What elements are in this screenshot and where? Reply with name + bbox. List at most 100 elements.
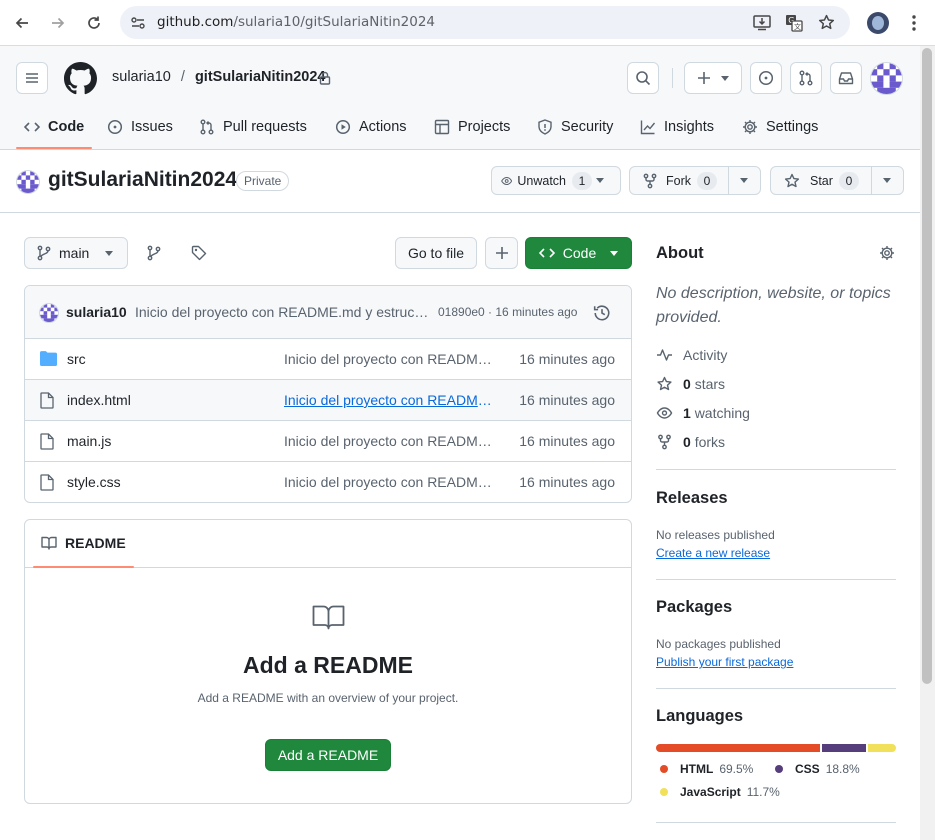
fork-count: 0 <box>697 171 717 190</box>
breadcrumb-repo[interactable]: gitSulariaNitin2024 <box>195 69 326 85</box>
header-divider <box>672 68 673 88</box>
file-row[interactable]: src Inicio del proyecto con README.md y … <box>25 339 631 380</box>
translate-icon[interactable]: G文 <box>785 14 803 32</box>
commit-meta[interactable]: 01890e0 · 16 minutes ago <box>438 305 577 319</box>
sidebar-divider <box>656 688 896 689</box>
file-name[interactable]: main.js <box>67 433 111 449</box>
repo-forked-icon <box>643 173 657 188</box>
packages-heading[interactable]: Packages <box>656 598 732 617</box>
triangle-down-icon[interactable] <box>740 178 748 183</box>
active-tab-underline <box>16 147 92 149</box>
packages-empty-text: No packages published <box>656 637 781 651</box>
site-info-icon[interactable] <box>130 15 146 31</box>
add-readme-button[interactable]: Add a README <box>265 739 391 771</box>
lock-icon <box>319 71 331 85</box>
tab-insights[interactable]: Insights <box>640 116 714 138</box>
reload-icon <box>88 16 100 29</box>
file-commit-message[interactable]: Inicio del proyecto con README.md y estr… <box>284 433 494 449</box>
forks-link[interactable]: 0 forks <box>656 432 725 452</box>
scrollbar-thumb[interactable] <box>922 48 932 684</box>
tab-actions[interactable]: Actions <box>335 116 407 138</box>
tab-settings[interactable]: Settings <box>742 116 818 138</box>
add-file-button[interactable] <box>485 237 518 269</box>
github-header: sularia10 / gitSulariaNitin2024 Code Iss… <box>0 46 920 150</box>
watching-count: 1 <box>683 405 691 421</box>
language-bar-segment <box>656 744 821 752</box>
watch-count: 1 <box>572 171 592 190</box>
inbox-icon <box>838 72 854 85</box>
triangle-down-icon[interactable] <box>883 178 891 183</box>
branch-selector[interactable]: main <box>24 237 128 269</box>
create-new-button[interactable] <box>684 62 742 94</box>
browser-profile-avatar[interactable] <box>867 12 889 34</box>
commit-message[interactable]: Inicio del proyecto con README.md y estr… <box>135 304 428 320</box>
breadcrumb-owner[interactable]: sularia10 <box>112 69 171 85</box>
readme-tab[interactable]: README <box>41 535 126 551</box>
browser-menu-icon[interactable] <box>906 13 922 33</box>
fork-button[interactable]: Fork 0 <box>630 167 729 194</box>
reload-button[interactable] <box>82 11 106 35</box>
issues-button[interactable] <box>750 62 782 94</box>
language-percent: 69.5% <box>719 762 754 776</box>
go-to-file-button[interactable]: Go to file <box>395 237 477 269</box>
language-css[interactable]: CSS 18.8% <box>775 762 860 776</box>
search-button[interactable] <box>627 62 659 94</box>
fork-button-group: Fork 0 <box>629 166 761 195</box>
readme-tab-underline <box>33 566 134 568</box>
plus-icon <box>495 247 508 259</box>
gear-icon[interactable] <box>879 245 895 261</box>
menu-button[interactable] <box>16 62 48 94</box>
bookmark-star-icon[interactable] <box>818 14 835 31</box>
file-commit-message[interactable]: Inicio del proyecto con README.md y estr… <box>284 474 494 490</box>
inbox-button[interactable] <box>830 62 862 94</box>
tab-security[interactable]: Security <box>537 116 613 138</box>
pull-requests-button[interactable] <box>790 62 822 94</box>
url-text[interactable]: github.com/sularia10/gitSulariaNitin2024 <box>157 14 435 30</box>
breadcrumb: sularia10 / gitSulariaNitin2024 <box>112 69 325 85</box>
publish-package-link[interactable]: Publish your first package <box>656 655 793 669</box>
file-name[interactable]: style.css <box>67 474 121 490</box>
stars-link[interactable]: 0 stars <box>656 374 725 394</box>
tab-projects[interactable]: Projects <box>434 116 510 138</box>
language-javascript[interactable]: JavaScript 11.7% <box>660 785 780 799</box>
tab-pull-requests[interactable]: Pull requests <box>199 116 307 138</box>
unwatch-button[interactable]: Unwatch 1 <box>492 171 592 190</box>
repo-owner-avatar[interactable] <box>16 170 40 194</box>
create-release-link[interactable]: Create a new release <box>656 546 770 560</box>
tab-actions-label: Actions <box>359 119 407 135</box>
back-button[interactable] <box>10 11 34 35</box>
language-name: HTML <box>680 762 714 776</box>
watching-link[interactable]: 1 watching <box>656 403 750 423</box>
file-row[interactable]: main.js Inicio del proyecto con README.m… <box>25 421 631 462</box>
tab-code-label: Code <box>48 119 85 135</box>
user-avatar[interactable] <box>870 62 903 95</box>
tab-code[interactable]: Code <box>24 116 84 138</box>
file-commit-message[interactable]: Inicio del proyecto con README.md y estr… <box>284 351 494 367</box>
file-row[interactable]: style.css Inicio del proyecto con README… <box>25 462 631 502</box>
file-name[interactable]: src <box>67 351 86 367</box>
tab-issues[interactable]: Issues <box>107 116 173 138</box>
repo-name[interactable]: gitSulariaNitin2024 <box>48 168 237 192</box>
git-branch-icon <box>37 245 51 261</box>
fork-label: Fork <box>666 173 691 188</box>
file-commit-message[interactable]: Inicio del proyecto con README.md y estr… <box>284 392 494 408</box>
code-dropdown-button[interactable]: Code <box>525 237 632 269</box>
triangle-down-icon <box>610 250 619 256</box>
language-html[interactable]: HTML 69.5% <box>660 762 753 776</box>
file-row[interactable]: index.html Inicio del proyecto con READM… <box>25 380 631 421</box>
activity-link[interactable]: Activity <box>656 345 727 365</box>
star-button[interactable]: Star 0 <box>771 167 872 194</box>
tags-link[interactable] <box>191 245 207 261</box>
releases-heading[interactable]: Releases <box>656 489 728 508</box>
install-app-icon[interactable] <box>753 14 771 31</box>
history-icon[interactable] <box>593 304 611 322</box>
commit-author[interactable]: sularia10 <box>66 304 127 320</box>
address-bar[interactable]: github.com/sularia10/gitSulariaNitin2024… <box>120 6 850 39</box>
file-name[interactable]: index.html <box>67 392 131 408</box>
graph-icon <box>640 120 656 135</box>
commit-author-avatar[interactable] <box>39 303 59 323</box>
triangle-down-icon[interactable] <box>596 178 604 183</box>
github-logo-icon[interactable] <box>64 62 97 95</box>
forward-button[interactable] <box>46 11 70 35</box>
branches-link[interactable] <box>147 245 161 261</box>
